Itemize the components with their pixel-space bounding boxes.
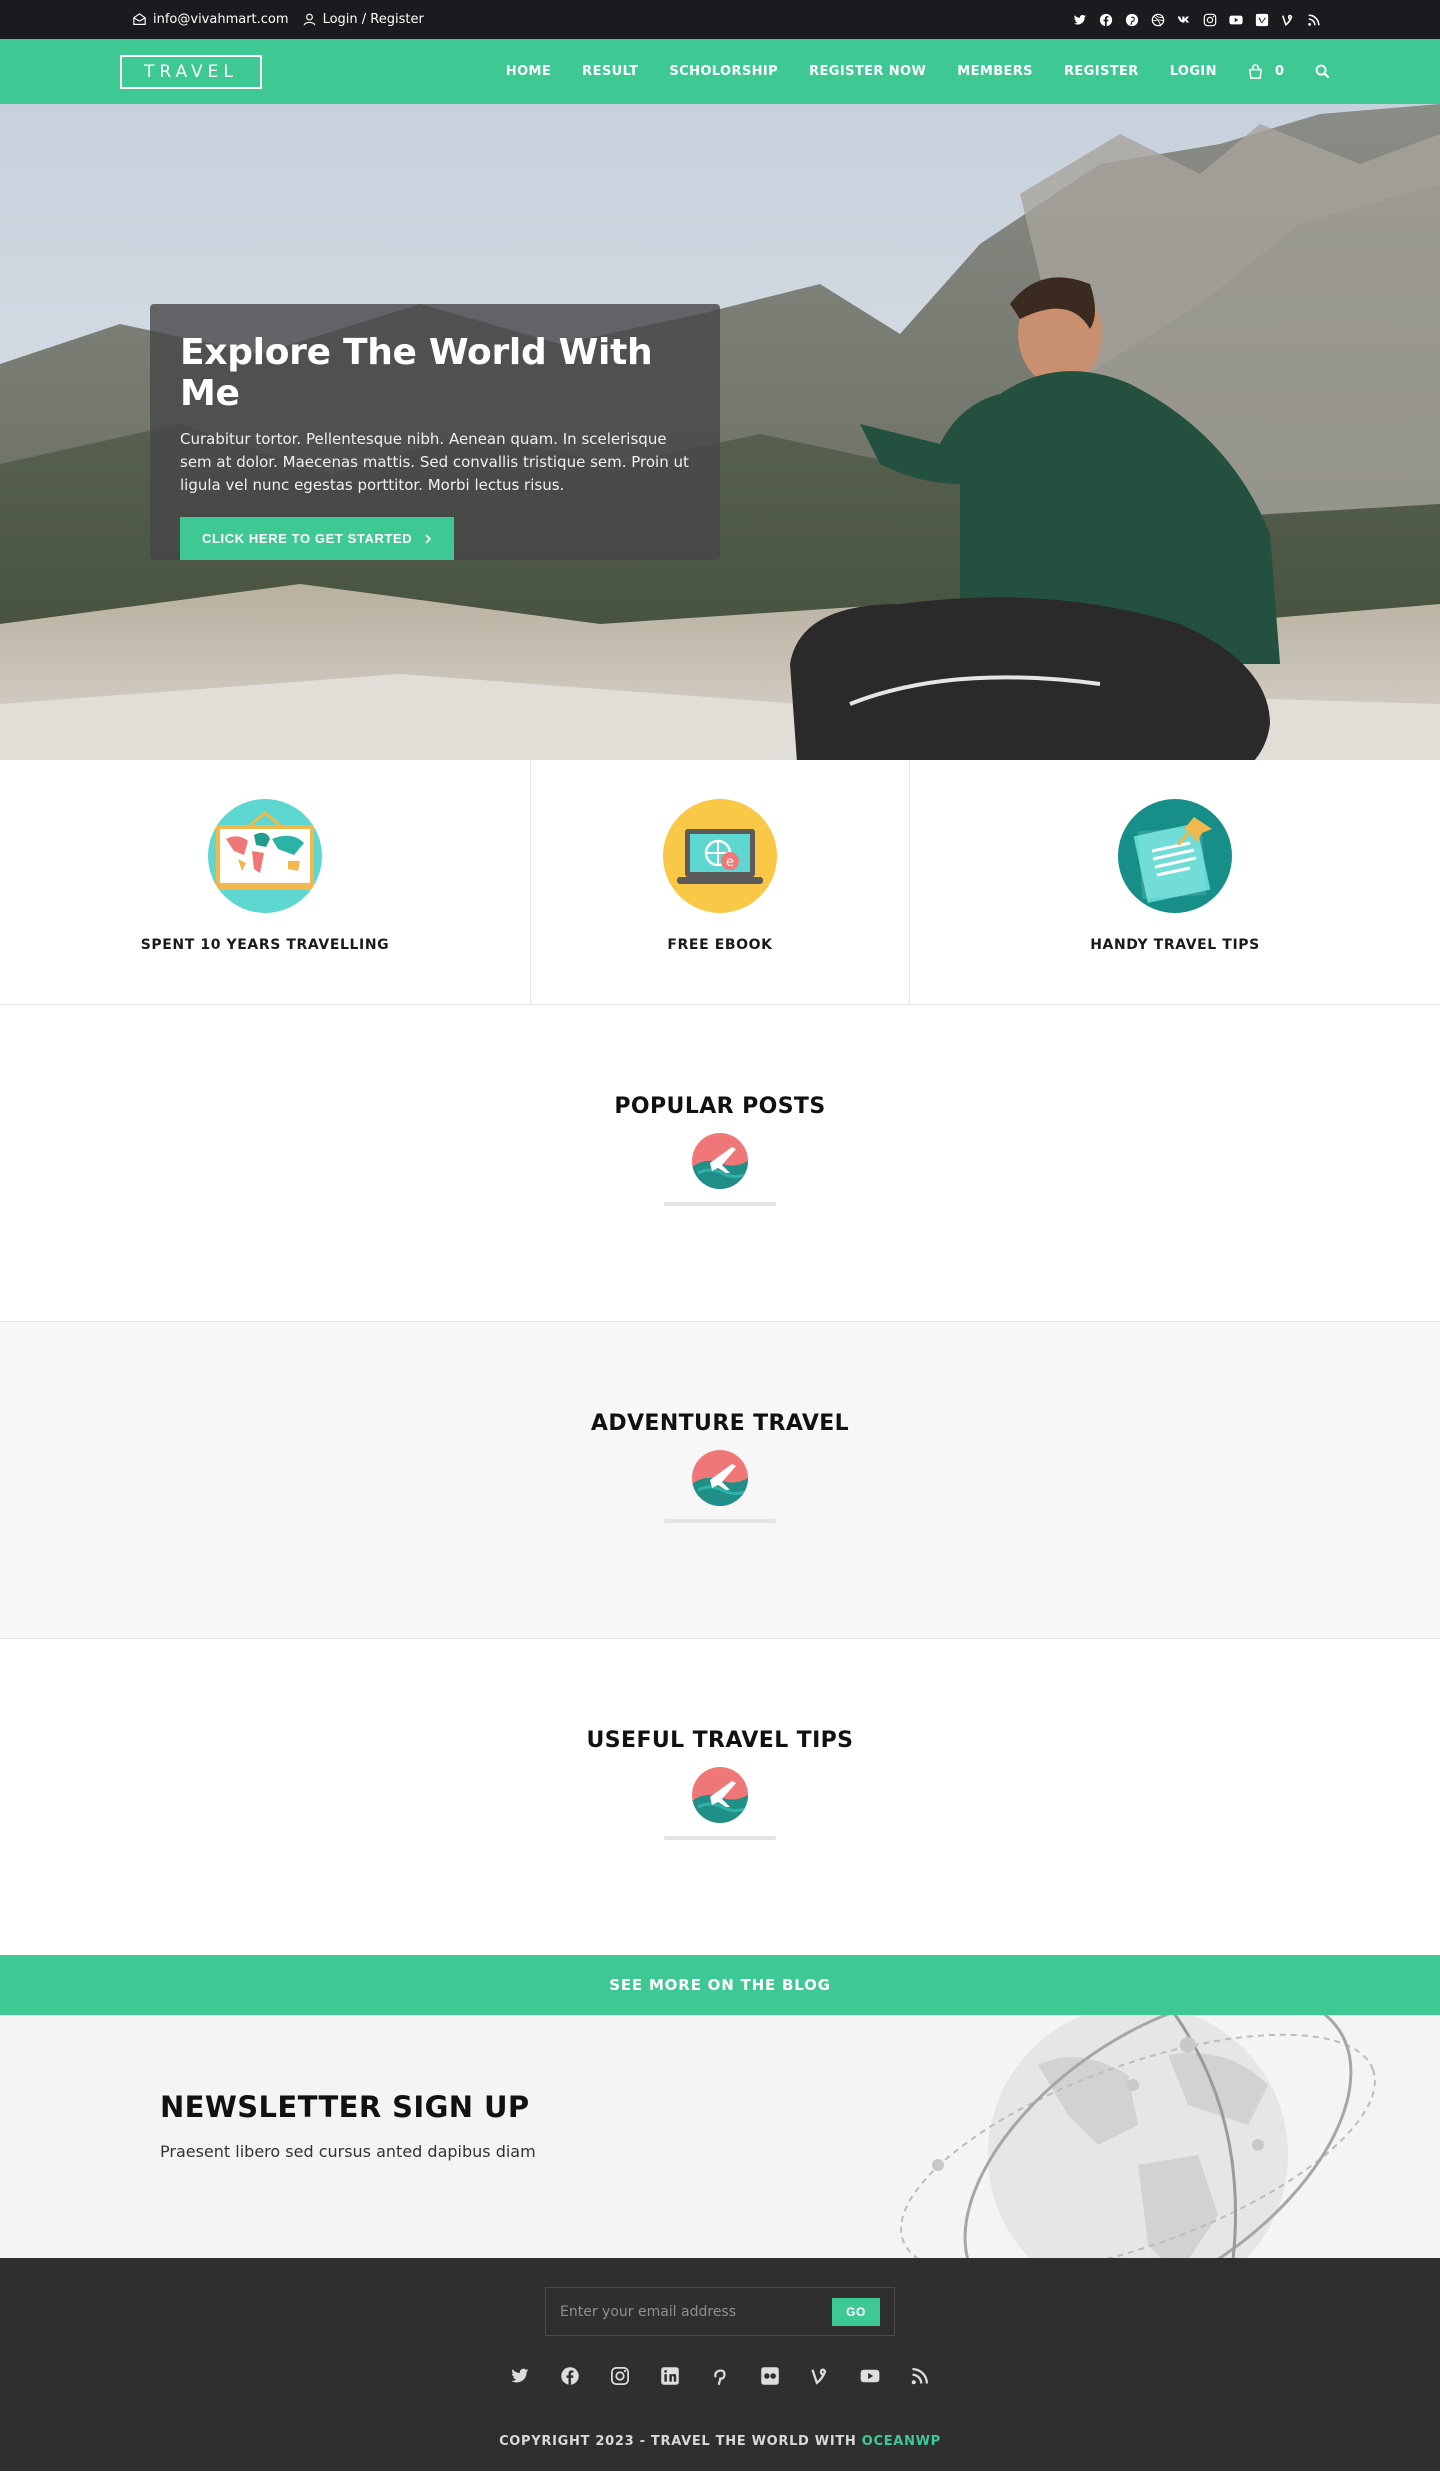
nav-item-register-now[interactable]: REGISTER NOW	[809, 64, 926, 79]
hero-title: Explore The World With Me	[180, 332, 653, 414]
envelope-icon	[133, 13, 146, 25]
section-divider	[664, 1519, 776, 1523]
section-title: ADVENTURE TRAVEL	[590, 1411, 850, 1436]
top-bar-contact: info@vivahmart.com Login / Register	[133, 12, 424, 27]
cart-button[interactable]: 0	[1248, 64, 1284, 79]
flickr-icon[interactable]	[760, 2366, 780, 2386]
adventure-travel-section: ADVENTURE TRAVEL	[0, 1322, 1440, 1639]
feature-tips: HANDY TRAVEL TIPS	[910, 760, 1440, 1004]
airplane-globe-icon	[692, 1450, 748, 1506]
instagram-icon[interactable]	[1203, 13, 1217, 27]
main-navigation: TRAVEL HOME RESULT SCHOLORSHIP REGISTER …	[0, 39, 1440, 104]
dribbble-icon[interactable]	[1151, 13, 1165, 27]
section-divider	[664, 1836, 776, 1840]
nav-item-scholorship[interactable]: SCHOLORSHIP	[669, 64, 778, 79]
youtube-icon[interactable]	[860, 2366, 880, 2386]
note-pin-icon	[1118, 799, 1232, 913]
useful-travel-tips-section: USEFUL TRAVEL TIPS	[0, 1639, 1440, 1955]
airplane-globe-icon	[692, 1767, 748, 1823]
feature-label: SPENT 10 YEARS TRAVELLING	[140, 937, 390, 953]
email-link[interactable]: info@vivahmart.com	[133, 12, 289, 27]
nav-item-register[interactable]: REGISTER	[1064, 64, 1139, 79]
section-title: POPULAR POSTS	[614, 1094, 826, 1119]
hero-text: Curabitur tortor. Pellentesque nibh. Aen…	[180, 430, 689, 494]
feature-label: HANDY TRAVEL TIPS	[1090, 937, 1260, 953]
shopping-bag-icon	[1248, 64, 1262, 79]
feature-label: FREE EBOOK	[667, 937, 773, 953]
feature-row: SPENT 10 YEARS TRAVELLING e FREE EBOOK H…	[0, 760, 1440, 1005]
svg-text:e: e	[726, 855, 734, 870]
top-bar: info@vivahmart.com Login / Register	[0, 0, 1440, 39]
get-started-button[interactable]: CLICK HERE TO GET STARTED	[180, 517, 455, 560]
globe-graphic	[900, 2015, 1376, 2258]
popular-posts-section: POPULAR POSTS	[0, 1005, 1440, 1322]
twitter-icon[interactable]	[1073, 13, 1087, 27]
nav-item-result[interactable]: RESULT	[582, 64, 638, 79]
user-icon	[303, 13, 315, 26]
copyright-prefix: COPYRIGHT 2023 - TRAVEL THE WORLD WITH	[499, 2434, 862, 2449]
pinterest-icon[interactable]	[710, 2366, 730, 2386]
login-register-link[interactable]: Login / Register	[303, 12, 424, 27]
top-social-links	[1073, 13, 1321, 27]
login-text: Login / Register	[322, 12, 424, 27]
feature-travelling: SPENT 10 YEARS TRAVELLING	[0, 760, 531, 1004]
footer-social-links	[510, 2366, 930, 2386]
ebook-laptop-icon: e	[663, 799, 777, 913]
cart-count: 0	[1274, 64, 1284, 79]
linkedin-icon[interactable]	[660, 2366, 680, 2386]
go-button[interactable]: GO	[832, 2297, 880, 2326]
email-text: info@vivahmart.com	[153, 12, 289, 27]
copyright-text: COPYRIGHT 2023 - TRAVEL THE WORLD WITH O…	[499, 2434, 941, 2449]
section-title: USEFUL TRAVEL TIPS	[586, 1728, 854, 1753]
twitter-icon[interactable]	[510, 2366, 530, 2386]
vk-icon[interactable]	[1177, 13, 1191, 27]
instagram-icon[interactable]	[610, 2366, 630, 2386]
vimeo-icon[interactable]	[1255, 13, 1269, 27]
nav-item-home[interactable]: HOME	[506, 64, 551, 79]
vine-icon[interactable]	[1281, 13, 1295, 27]
hero-banner: Explore The World With Me Curabitur tort…	[0, 104, 1440, 760]
facebook-icon[interactable]	[560, 2366, 580, 2386]
hero-card: Explore The World With Me Curabitur tort…	[150, 304, 720, 560]
newsletter-section: NEWSLETTER SIGN UP Praesent libero sed c…	[0, 2015, 1440, 2258]
nav-item-login[interactable]: LOGIN	[1170, 64, 1217, 79]
oceanwp-link[interactable]: OCEANWP	[862, 2434, 941, 2449]
rss-icon[interactable]	[910, 2366, 930, 2386]
subscribe-form: GO	[545, 2287, 895, 2336]
vine-icon[interactable]	[810, 2366, 830, 2386]
get-started-label: CLICK HERE TO GET STARTED	[202, 531, 413, 546]
see-more-blog-button[interactable]: SEE MORE ON THE BLOG	[0, 1955, 1440, 2015]
email-input[interactable]	[560, 2303, 800, 2320]
pinterest-icon[interactable]	[1125, 13, 1139, 27]
nav-menu: HOME RESULT SCHOLORSHIP REGISTER NOW MEM…	[506, 64, 1330, 79]
rss-icon[interactable]	[1307, 13, 1321, 27]
footer: GO COPYRIGHT 2023 - TRAVEL THE WORLD WIT…	[0, 2258, 1440, 2471]
nav-item-members[interactable]: MEMBERS	[957, 64, 1033, 79]
world-map-icon	[208, 799, 322, 913]
facebook-icon[interactable]	[1099, 13, 1113, 27]
feature-ebook: e FREE EBOOK	[531, 760, 910, 1004]
youtube-icon[interactable]	[1229, 13, 1243, 27]
chevron-right-icon	[425, 533, 432, 544]
airplane-globe-icon	[692, 1133, 748, 1189]
section-divider	[664, 1202, 776, 1206]
site-logo[interactable]: TRAVEL	[120, 54, 262, 89]
search-icon[interactable]	[1315, 64, 1330, 79]
